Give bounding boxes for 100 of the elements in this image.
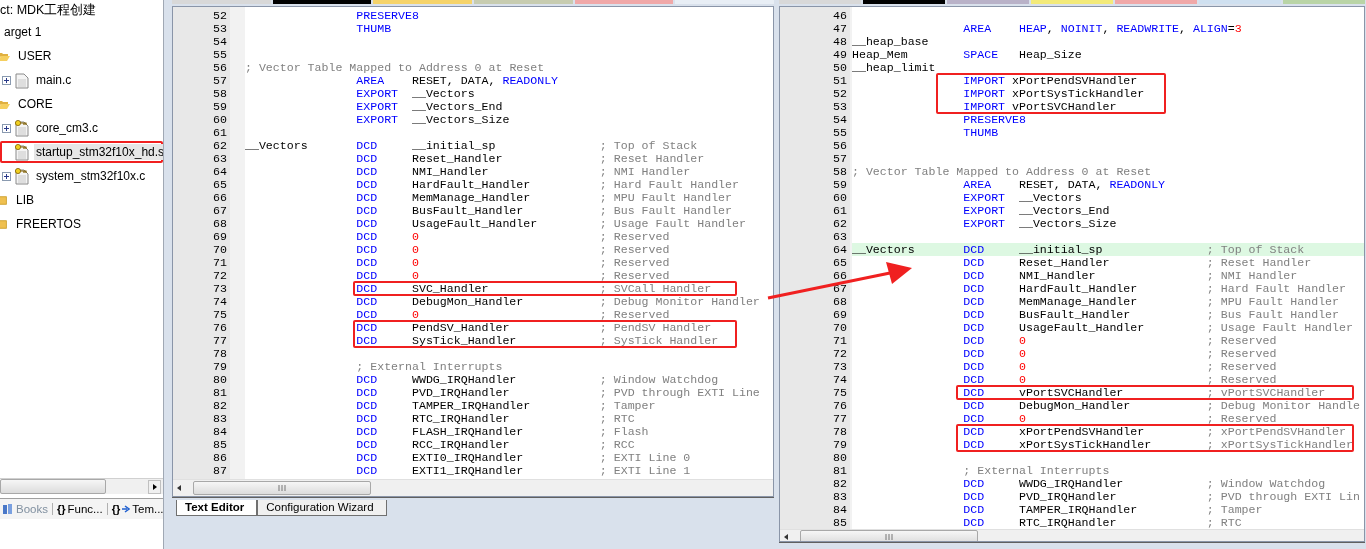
code-keyword: DCD <box>963 321 985 334</box>
code-label: Heap_Mem <box>852 48 908 61</box>
code-operand: BusFault_Handler <box>411 204 524 217</box>
code-operand: HardFault_Handler <box>1018 282 1138 295</box>
line-number: 46 <box>833 9 847 22</box>
code-keyword: DCD <box>356 152 378 165</box>
line-number: 53 <box>213 22 227 35</box>
code-comment: ; Window Watchdog <box>1206 477 1326 490</box>
code-operand: SVC_Handler <box>411 282 489 295</box>
line-number: 74 <box>833 373 847 386</box>
line-number: 59 <box>833 178 847 191</box>
file-tab[interactable] <box>947 0 1029 4</box>
code-keyword: DCD <box>356 321 378 334</box>
tree-item[interactable]: USER <box>0 45 163 67</box>
tree-item[interactable]: LIB <box>0 189 163 211</box>
file-tab[interactable] <box>863 0 945 4</box>
code-keyword: DCD <box>356 230 378 243</box>
panel-tab[interactable]: {} Func... <box>56 503 108 515</box>
code-keyword: DCD <box>356 204 378 217</box>
code-comment: ; Reserved <box>1206 373 1277 386</box>
line-number: 83 <box>833 490 847 503</box>
tree-item[interactable]: core_cm3.c <box>0 117 163 139</box>
tree-item[interactable]: CORE <box>0 93 163 115</box>
code-comment: ; Bus Fault Handler <box>599 204 732 217</box>
file-tab[interactable] <box>272 0 372 4</box>
scroll-right-icon[interactable] <box>148 479 161 494</box>
code-operand: RESET, DATA, READONLY <box>411 74 559 87</box>
code-comment: ; EXTI Line 0 <box>599 451 691 464</box>
tree-item[interactable]: startup_stm32f10x_hd.s <box>0 141 163 163</box>
expand-icon[interactable] <box>2 171 11 181</box>
code-keyword: DCD <box>356 139 378 152</box>
code-comment: ; Window Watchdog <box>599 373 719 386</box>
code-operand: Heap_Size <box>1018 48 1082 61</box>
line-number: 72 <box>833 347 847 360</box>
code-comment: ; Debug Monitor Handle <box>1206 399 1360 412</box>
code-keyword: DCD <box>356 373 378 386</box>
code-keyword: DCD <box>356 464 378 477</box>
code-keyword: DCD <box>963 308 985 321</box>
code-keyword: DCD <box>963 282 985 295</box>
code-comment: ; xPortSysTickHandler <box>1206 438 1353 451</box>
code-operand: 0 <box>1018 373 1026 386</box>
line-number: 62 <box>833 217 847 230</box>
line-number: 76 <box>833 399 847 412</box>
code-comment: ; Vector Table Mapped to Address 0 at Reset <box>852 165 1152 178</box>
code-comment: ; vPortSVCHandler <box>1206 386 1326 399</box>
code-keyword: DCD <box>963 373 985 386</box>
code-comment: ; Hard Fault Handler <box>1206 282 1346 295</box>
code-keyword: DCD <box>356 412 378 425</box>
code-comment: ; Reserved <box>599 269 670 282</box>
code-operand: DebugMon_Handler <box>1018 399 1131 412</box>
line-number: 85 <box>833 516 847 529</box>
code-operand: Reset_Handler <box>411 152 503 165</box>
panel-tab[interactable]: {} Tem... <box>111 503 163 515</box>
tree-item[interactable]: system_stm32f10x.c <box>0 165 163 187</box>
file-tab[interactable] <box>1031 0 1113 4</box>
horizontal-scrollbar[interactable] <box>0 478 163 494</box>
line-number: 52 <box>213 9 227 22</box>
code-keyword: DCD <box>963 243 985 256</box>
code-operand: __Vectors_Size <box>1018 217 1117 230</box>
code-comment: ; Reserved <box>599 308 670 321</box>
code-comment: ; Reserved <box>1206 412 1277 425</box>
line-number: 64 <box>213 165 227 178</box>
file-tab[interactable] <box>1115 0 1197 4</box>
code-keyword: DCD <box>963 269 985 282</box>
line-number: 48 <box>833 35 847 48</box>
line-number: 50 <box>833 61 847 74</box>
scrollbar-thumb[interactable] <box>193 481 371 495</box>
code-comment: ; Reserved <box>599 243 670 256</box>
code-operand: xPortPendSVHandler <box>1018 425 1145 438</box>
code-operand: vPortSVCHandler <box>1018 386 1124 399</box>
expand-icon[interactable] <box>2 75 11 85</box>
code-operand: EXTI1_IRQHandler <box>411 464 524 477</box>
tree-item[interactable]: arget 1 <box>0 21 163 43</box>
line-number: 82 <box>213 399 227 412</box>
line-number: 51 <box>833 74 847 87</box>
horizontal-scrollbar[interactable] <box>780 529 1364 542</box>
line-number: 54 <box>833 113 847 126</box>
code-keyword: DCD <box>356 399 378 412</box>
file-tab[interactable] <box>574 0 674 4</box>
code-keyword: DCD <box>356 256 378 269</box>
line-number: 75 <box>213 308 227 321</box>
code-comment: ; Reset Handler <box>1206 256 1312 269</box>
line-number: 68 <box>213 217 227 230</box>
tree-item[interactable]: main.c <box>0 69 163 91</box>
file-tab[interactable] <box>1283 0 1365 4</box>
horizontal-scrollbar[interactable] <box>173 479 773 496</box>
tree-item[interactable]: FREERTOS <box>0 213 163 235</box>
editor-tab[interactable]: Configuration Wizard <box>257 500 387 516</box>
project-title: ct: MDK工程创建 <box>0 2 98 19</box>
code-operand: NMI_Handler <box>1018 269 1096 282</box>
scrollbar-thumb[interactable] <box>0 479 106 494</box>
code-comment: ; External Interrupts <box>963 464 1110 477</box>
editor-tab[interactable]: Text Editor <box>176 500 258 516</box>
file-tab[interactable] <box>373 0 472 4</box>
code-comment: ; Debug Monitor Handler <box>599 295 760 308</box>
code-keyword: AREA <box>963 178 992 191</box>
scrollbar-thumb[interactable] <box>800 530 978 542</box>
file-tab[interactable] <box>474 0 573 4</box>
code-comment: ; Top of Stack <box>599 139 698 152</box>
expand-icon[interactable] <box>2 123 11 133</box>
